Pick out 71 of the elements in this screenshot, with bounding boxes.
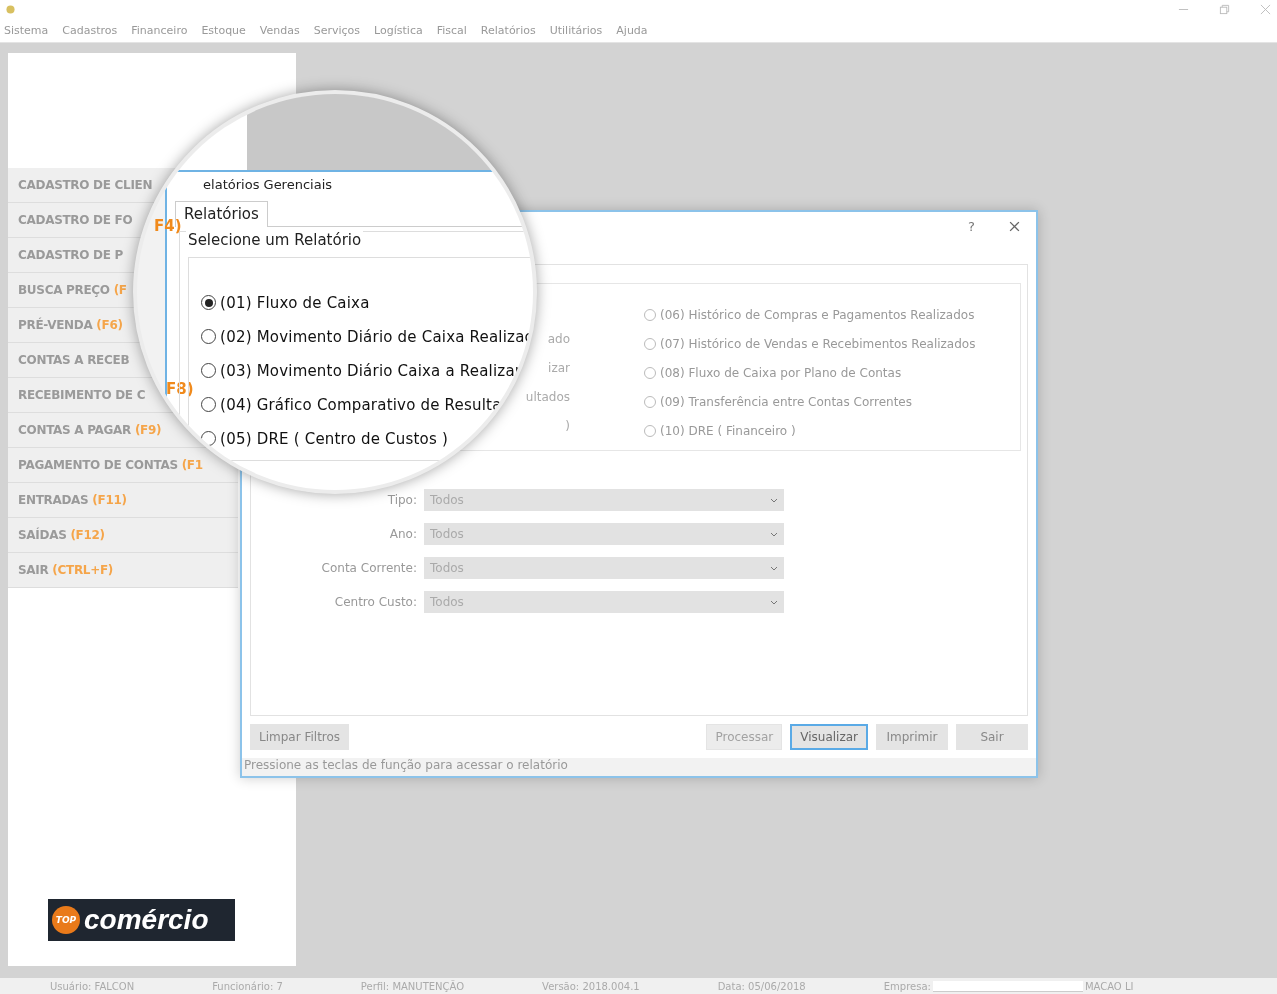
restore-icon[interactable] [1219, 3, 1230, 15]
option-label[interactable]: (09) Transferência entre Contas Correntes [660, 394, 912, 409]
shortcut-key: (F6) [96, 318, 123, 332]
option-label[interactable]: (10) DRE ( Financeiro ) [660, 423, 796, 438]
filter-label: Ano: [388, 527, 417, 541]
chevron-icon [770, 565, 778, 571]
logo-text: comércio [84, 904, 209, 936]
shortcut-key: (CTRL+F) [52, 563, 114, 577]
sidebar-item[interactable]: ENTRADAS (F11) [8, 483, 238, 518]
menu-item[interactable]: Relatórios [480, 23, 536, 37]
chevron-icon [770, 497, 778, 503]
dialog-status-text: Pressione as teclas de função para acessar o relatório [242, 758, 1036, 776]
sidebar-item[interactable]: SAIR (CTRL+F) [8, 553, 238, 588]
status-item: Data: 05/06/2018 [717, 980, 806, 992]
option-label[interactable]: (08) Fluxo de Caixa por Plano de Contas [660, 365, 902, 380]
dialog-button[interactable]: Visualizar [790, 724, 868, 750]
radio-button[interactable] [644, 395, 656, 408]
option-label[interactable]: (06) Histórico de Compras e Pagamentos Realizados [660, 307, 975, 322]
shortcut-key: (F11) [92, 493, 127, 507]
dropdown[interactable]: Todos [424, 523, 784, 545]
status-item: Perfil: MANUTENÇÃO [360, 980, 465, 992]
filter-label: Centro Custo: [333, 595, 417, 609]
status-item: Empresa: [883, 980, 931, 992]
logo-badge: TOP [52, 906, 80, 934]
dropdown[interactable]: Todos [424, 489, 784, 511]
menu-item[interactable]: Logística [374, 23, 423, 37]
app-icon [6, 4, 15, 14]
option-label[interactable]: (07) Histórico de Vendas e Recebimentos Realizados [660, 336, 976, 351]
radio-button[interactable] [201, 397, 217, 412]
menu-item[interactable]: Fiscal [436, 23, 467, 37]
shortcut-key: (F [113, 283, 127, 297]
menu-item[interactable]: Ajuda [616, 23, 648, 37]
close-icon[interactable] [1009, 220, 1020, 232]
dialog-button[interactable]: Imprimir [876, 724, 948, 750]
menu-item[interactable]: Financeiro [131, 23, 188, 37]
menu-item[interactable]: Vendas [259, 23, 300, 37]
radio-button[interactable] [201, 431, 217, 446]
sidebar-item[interactable]: SAÍDAS (F12) [8, 518, 238, 553]
status-item: Versão: 2018.004.1 [542, 980, 640, 992]
status-item: Funcionário: 7 [212, 980, 283, 992]
dropdown[interactable]: Todos [424, 591, 784, 613]
radio-button[interactable] [644, 366, 656, 379]
radio-button[interactable] [201, 363, 217, 378]
help-icon[interactable]: ? [968, 218, 975, 234]
radio-button[interactable] [644, 424, 656, 437]
radio-button[interactable] [201, 329, 217, 344]
shortcut-key: (F12) [70, 528, 105, 542]
chevron-icon [770, 599, 778, 605]
menu-item[interactable]: Estoque [201, 23, 246, 37]
menu-item[interactable]: Utilitários [549, 23, 603, 37]
radio-button[interactable] [201, 295, 217, 310]
shortcut-key: (F1 [181, 458, 203, 472]
shortcut-key: (F9) [134, 423, 162, 437]
clear-filters-button[interactable]: Limpar Filtros [250, 724, 350, 750]
menu-item[interactable]: Serviços [313, 23, 361, 37]
status-item: MACAO LI [1084, 980, 1134, 992]
dropdown[interactable]: Todos [424, 557, 784, 579]
filter-label: Tipo: [386, 493, 417, 507]
radio-button[interactable] [644, 308, 656, 321]
menu-item[interactable]: Cadastros [62, 23, 118, 37]
option-label: ) [565, 419, 570, 435]
option-label: izar [548, 361, 570, 377]
radio-button[interactable] [644, 337, 656, 350]
menu-item[interactable]: Sistema [4, 23, 49, 37]
dialog-button[interactable]: Sair [956, 724, 1028, 750]
sidebar-item[interactable]: PAGAMENTO DE CONTAS (F1 [8, 448, 238, 483]
option-label: ultados [525, 390, 570, 406]
option-label: ado [547, 332, 570, 348]
filter-label: Conta Corrente: [320, 561, 417, 575]
status-item: Usuário: FALCON [50, 980, 135, 992]
chevron-icon [770, 531, 778, 537]
